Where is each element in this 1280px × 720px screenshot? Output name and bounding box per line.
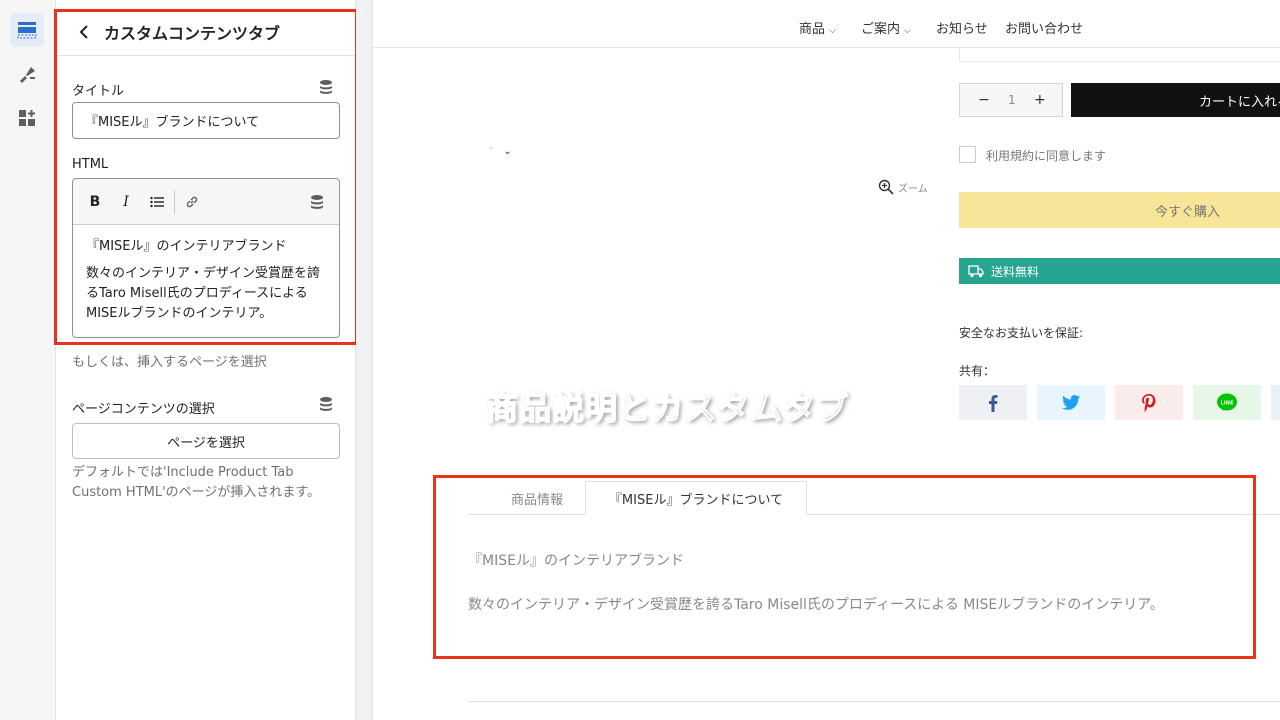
chevron-up-icon[interactable]: ⌃	[487, 146, 495, 157]
link-icon[interactable]	[182, 192, 202, 212]
page-content-label: ページコンテンツの選択	[72, 402, 215, 417]
editor-paragraph-text: 数々のインテリア・デザイン受賞歴を誇るTaro Misell氏のプロディースによ…	[86, 266, 321, 321]
dynamic-source-icon[interactable]	[318, 79, 334, 95]
zoom-in-icon	[878, 179, 894, 195]
terms-checkbox[interactable]	[959, 146, 976, 163]
chevron-down-icon[interactable]: ⌄	[503, 146, 511, 157]
variant-field-edge	[959, 48, 1280, 62]
section-divider	[468, 701, 1280, 702]
zoom-label: ズーム	[898, 183, 928, 195]
sidebar-header: カスタムコンテンツタブ	[56, 8, 356, 56]
editor-dynamic-source-icon[interactable]	[307, 192, 327, 212]
nav-item-products-label: 商品	[799, 22, 826, 37]
svg-text:LINE: LINE	[1220, 400, 1234, 406]
sections-icon[interactable]	[10, 13, 44, 47]
nav-item-guide-label: ご案内	[861, 22, 901, 37]
facebook-icon	[989, 394, 998, 412]
twitter-share-button[interactable]	[1037, 385, 1105, 420]
store-navigation: 商品 ⌵ ご案内 ⌵ お知らせ お問い合わせ	[373, 8, 1280, 48]
default-page-help-text: デフォルトでは'Include Product Tab Custom HTML'…	[72, 465, 321, 500]
editor-heading-text: 『MISEル』のインテリアブランド	[86, 239, 287, 254]
toolbar-divider	[174, 190, 175, 214]
annotation-label: 商品説明とカスタムタブ	[485, 388, 850, 428]
editor-toolbar: B I	[73, 179, 339, 225]
select-page-button[interactable]: ページを選択	[72, 423, 340, 459]
italic-button[interactable]: I	[116, 192, 136, 212]
html-rich-text-editor[interactable]: B I 『MISEル』のインテリアブランド 数々のインテリア・デザイン受賞歴を誇…	[72, 178, 340, 338]
zoom-control[interactable]: ズーム	[878, 179, 928, 195]
more-share-button[interactable]	[1271, 385, 1280, 420]
secure-payment-text: 安全なお支払いを保証:	[959, 326, 1084, 340]
thumbnail-arrows[interactable]: ⌃ ⌄	[487, 146, 512, 157]
nav-item-contact[interactable]: お問い合わせ	[1005, 18, 1083, 37]
pinterest-share-button[interactable]	[1115, 385, 1183, 420]
back-arrow-icon[interactable]	[74, 20, 94, 44]
chevron-down-icon: ⌵	[829, 26, 836, 36]
tab-content-heading: 『MISEル』のインテリアブランド	[468, 553, 684, 569]
store-preview: 商品 ⌵ ご案内 ⌵ お知らせ お問い合わせ ⌃ ⌄ ズーム − 1 + カートに入れ…	[372, 0, 1280, 720]
terms-agree-label: 利用規約に同意します	[986, 149, 1107, 163]
chevron-down-icon: ⌵	[904, 26, 911, 36]
twitter-icon	[1062, 395, 1080, 410]
app-embeds-icon[interactable]	[10, 101, 44, 135]
page-dynamic-source-icon[interactable]	[318, 396, 334, 412]
facebook-share-button[interactable]	[959, 385, 1027, 420]
sidebar-title: カスタムコンテンツタブ	[104, 24, 281, 43]
settings-sidebar: カスタムコンテンツタブ タイトル 『MISEル』ブランドについて HTML B …	[56, 0, 356, 720]
editor-content[interactable]: 『MISEル』のインテリアブランド 数々のインテリア・デザイン受賞歴を誇るTar…	[73, 225, 339, 336]
tab-brand-about[interactable]: 『MISEル』ブランドについて	[585, 481, 807, 515]
theme-settings-brush-icon[interactable]	[10, 57, 44, 91]
quantity-stepper[interactable]: − 1 +	[959, 83, 1063, 117]
pinterest-icon	[1142, 393, 1156, 412]
share-label: 共有：	[959, 364, 996, 378]
nav-item-news[interactable]: お知らせ	[936, 18, 988, 37]
bold-button[interactable]: B	[85, 192, 105, 212]
free-shipping-label: 送料無料	[991, 264, 1040, 279]
tab-content-description: 数々のインテリア・デザイン受賞歴を誇るTaro Misell氏のプロディースによ…	[468, 597, 1164, 613]
tab-product-info[interactable]: 商品情報	[489, 481, 585, 515]
icon-rail	[0, 0, 56, 720]
add-to-cart-button[interactable]: カートに入れる	[1071, 83, 1280, 117]
nav-item-products[interactable]: 商品 ⌵	[799, 18, 836, 37]
free-shipping-banner: 送料無料	[959, 258, 1280, 284]
or-select-page-text: もしくは、挿入するページを選択	[72, 355, 267, 370]
quantity-decrease-button[interactable]: −	[978, 92, 990, 108]
html-field-label: HTML	[72, 157, 109, 172]
quantity-value[interactable]: 1	[1008, 93, 1016, 107]
title-input[interactable]: 『MISEル』ブランドについて	[72, 102, 340, 139]
title-field-label: タイトル	[72, 84, 125, 99]
bullet-list-icon[interactable]	[147, 192, 167, 212]
preview-gutter	[356, 0, 372, 720]
line-share-button[interactable]: LINE	[1193, 385, 1261, 420]
buy-now-button[interactable]: 今すぐ購入	[959, 192, 1280, 228]
quantity-increase-button[interactable]: +	[1034, 92, 1046, 108]
delivery-icon	[968, 265, 984, 278]
line-icon: LINE	[1217, 393, 1237, 411]
nav-item-guide[interactable]: ご案内 ⌵	[861, 18, 911, 37]
